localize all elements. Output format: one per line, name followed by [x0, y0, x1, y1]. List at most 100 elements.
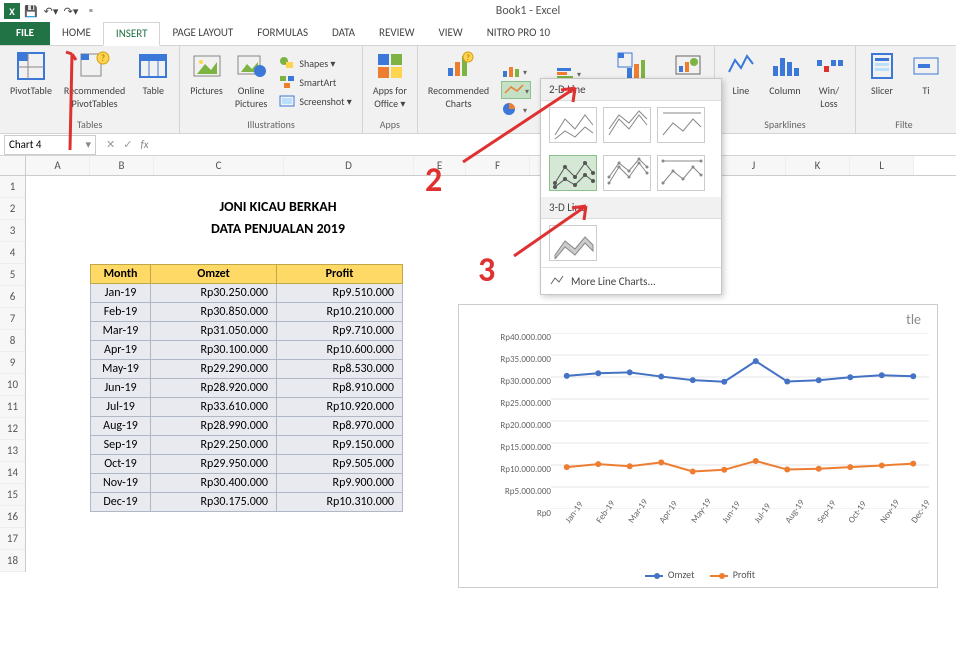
cell-profit[interactable]: Rp10.600.000 — [277, 341, 403, 360]
shapes-button[interactable]: Shapes ▾ — [279, 55, 335, 71]
cell-month[interactable]: Jan-19 — [91, 284, 151, 303]
col-profit-header[interactable]: Profit — [277, 265, 403, 284]
sparkline-line-button[interactable]: Line — [721, 48, 761, 116]
cell-omzet[interactable]: Rp29.950.000 — [151, 455, 277, 474]
col-header-D[interactable]: D — [284, 156, 414, 175]
cell-profit[interactable]: Rp8.530.000 — [277, 360, 403, 379]
redo-icon[interactable]: ↷▾ — [62, 2, 80, 20]
cell-profit[interactable]: Rp9.900.000 — [277, 474, 403, 493]
cell-omzet[interactable]: Rp28.920.000 — [151, 379, 277, 398]
tab-pagelayout[interactable]: PAGE LAYOUT — [160, 22, 245, 45]
cell-profit[interactable]: Rp9.150.000 — [277, 436, 403, 455]
col-header-L[interactable]: L — [850, 156, 914, 175]
chart-type-stacked-line-markers[interactable] — [603, 155, 651, 191]
tab-home[interactable]: HOME — [50, 22, 103, 45]
cell-profit[interactable]: Rp8.970.000 — [277, 417, 403, 436]
row-header-9[interactable]: 9 — [0, 352, 25, 374]
table-row[interactable]: Jun-19Rp28.920.000Rp8.910.000 — [91, 379, 403, 398]
chart-type-line[interactable] — [549, 107, 597, 143]
slicer-button[interactable]: Slicer — [862, 48, 902, 116]
cell-month[interactable]: Feb-19 — [91, 303, 151, 322]
table-row[interactable]: Dec-19Rp30.175.000Rp10.310.000 — [91, 493, 403, 512]
cell-profit[interactable]: Rp9.510.000 — [277, 284, 403, 303]
table-row[interactable]: Aug-19Rp28.990.000Rp8.970.000 — [91, 417, 403, 436]
chart-type-3d-line[interactable] — [549, 225, 597, 261]
row-header-11[interactable]: 11 — [0, 396, 25, 418]
row-header-5[interactable]: 5 — [0, 264, 25, 286]
table-row[interactable]: Jan-19Rp30.250.000Rp9.510.000 — [91, 284, 403, 303]
save-icon[interactable]: 💾 — [22, 2, 40, 20]
cell-month[interactable]: Jun-19 — [91, 379, 151, 398]
col-header-C[interactable]: C — [154, 156, 284, 175]
row-header-10[interactable]: 10 — [0, 374, 25, 396]
cell-profit[interactable]: Rp10.310.000 — [277, 493, 403, 512]
smartart-button[interactable]: SmartArt — [279, 74, 336, 90]
col-header-B[interactable]: B — [90, 156, 154, 175]
row-header-14[interactable]: 14 — [0, 462, 25, 484]
row-header-13[interactable]: 13 — [0, 440, 25, 462]
cell-omzet[interactable]: Rp30.175.000 — [151, 493, 277, 512]
chart-type-100stacked-line[interactable] — [657, 107, 705, 143]
table-row[interactable]: Sep-19Rp29.250.000Rp9.150.000 — [91, 436, 403, 455]
more-line-charts[interactable]: More Line Charts... — [541, 267, 721, 294]
online-pictures-button[interactable]: Online Pictures — [231, 48, 272, 116]
tab-view[interactable]: VIEW — [427, 22, 475, 45]
col-month-header[interactable]: Month — [91, 265, 151, 284]
cell-month[interactable]: Sep-19 — [91, 436, 151, 455]
row-header-17[interactable]: 17 — [0, 528, 25, 550]
col-header-A[interactable]: A — [26, 156, 90, 175]
row-header-15[interactable]: 15 — [0, 484, 25, 506]
chart-pie-button[interactable]: ▾ — [501, 102, 527, 116]
customize-qat-icon[interactable]: ≡ — [82, 2, 100, 20]
cell-omzet[interactable]: Rp30.400.000 — [151, 474, 277, 493]
cell-omzet[interactable]: Rp31.050.000 — [151, 322, 277, 341]
table-button[interactable]: Table — [133, 48, 173, 116]
screenshot-button[interactable]: Screenshot ▾ — [279, 93, 351, 109]
col-omzet-header[interactable]: Omzet — [151, 265, 277, 284]
row-header-1[interactable]: 1 — [0, 176, 25, 198]
fx-icon[interactable]: fx — [140, 138, 148, 151]
cell-omzet[interactable]: Rp28.990.000 — [151, 417, 277, 436]
cell-month[interactable]: Nov-19 — [91, 474, 151, 493]
tab-nitro[interactable]: NITRO PRO 10 — [475, 22, 562, 45]
table-row[interactable]: Feb-19Rp30.850.000Rp10.210.000 — [91, 303, 403, 322]
select-all-corner[interactable] — [0, 156, 26, 175]
col-header-J[interactable]: J — [722, 156, 786, 175]
row-header-2[interactable]: 2 — [0, 198, 25, 220]
table-row[interactable]: Mar-19Rp31.050.000Rp9.710.000 — [91, 322, 403, 341]
tab-insert[interactable]: INSERT — [103, 22, 161, 46]
cell-month[interactable]: Apr-19 — [91, 341, 151, 360]
cell-month[interactable]: Oct-19 — [91, 455, 151, 474]
cell-omzet[interactable]: Rp30.100.000 — [151, 341, 277, 360]
sparkline-winloss-button[interactable]: Win/ Loss — [809, 48, 849, 116]
rec-charts-button[interactable]: ? Recommended Charts — [424, 48, 493, 131]
cell-omzet[interactable]: Rp29.290.000 — [151, 360, 277, 379]
cell-profit[interactable]: Rp10.210.000 — [277, 303, 403, 322]
col-header-F[interactable]: F — [466, 156, 530, 175]
row-header-7[interactable]: 7 — [0, 308, 25, 330]
row-header-8[interactable]: 8 — [0, 330, 25, 352]
row-header-6[interactable]: 6 — [0, 286, 25, 308]
chart-type-line-markers[interactable] — [549, 155, 597, 191]
pictures-button[interactable]: Pictures — [186, 48, 227, 116]
table-row[interactable]: Jul-19Rp33.610.000Rp10.920.000 — [91, 398, 403, 417]
tab-data[interactable]: DATA — [320, 22, 367, 45]
col-header-E[interactable]: E — [414, 156, 466, 175]
table-row[interactable]: Nov-19Rp30.400.000Rp9.900.000 — [91, 474, 403, 493]
cell-profit[interactable]: Rp10.920.000 — [277, 398, 403, 417]
cell-month[interactable]: Jul-19 — [91, 398, 151, 417]
tab-formulas[interactable]: FORMULAS — [245, 22, 320, 45]
cell-month[interactable]: Dec-19 — [91, 493, 151, 512]
apps-office-button[interactable]: Apps for Office ▾ — [369, 48, 411, 116]
cell-omzet[interactable]: Rp33.610.000 — [151, 398, 277, 417]
table-row[interactable]: Oct-19Rp29.950.000Rp9.505.000 — [91, 455, 403, 474]
sparkline-column-button[interactable]: Column — [765, 48, 805, 116]
timeline-button[interactable]: Ti — [906, 48, 946, 116]
cancel-icon[interactable]: ✕ — [106, 138, 115, 151]
row-header-16[interactable]: 16 — [0, 506, 25, 528]
embedded-chart[interactable]: tle Rp40.000.000Rp35.000.000Rp30.000.000… — [458, 304, 938, 588]
cell-profit[interactable]: Rp9.505.000 — [277, 455, 403, 474]
row-header-12[interactable]: 12 — [0, 418, 25, 440]
chart-type-stacked-line[interactable] — [603, 107, 651, 143]
table-row[interactable]: May-19Rp29.290.000Rp8.530.000 — [91, 360, 403, 379]
